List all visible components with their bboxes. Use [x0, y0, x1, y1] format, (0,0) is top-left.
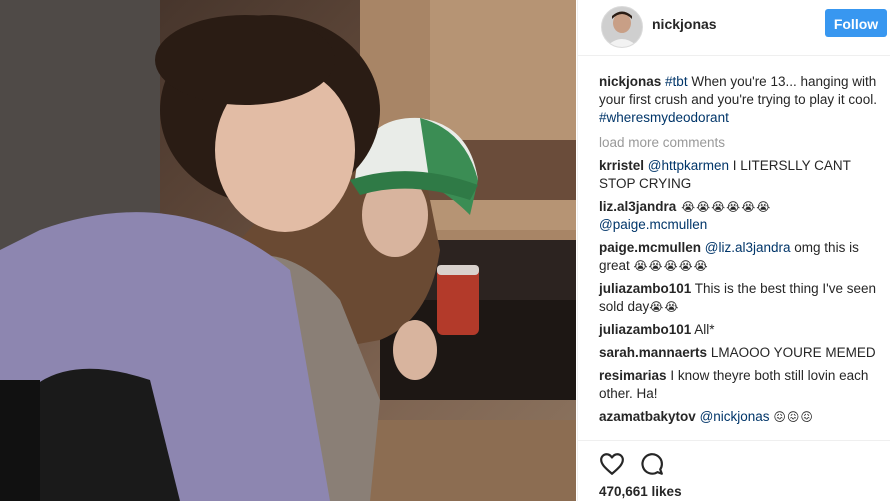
emoji-text: 😭😭😭😭😭😭 [676, 200, 772, 214]
emoji-text: 😭😭 [649, 300, 680, 314]
mention-link[interactable]: @nickjonas [700, 409, 770, 424]
comment-item: liz.al3jandra 😭😭😭😭😭😭 @paige.mcmullen [599, 198, 883, 234]
comment-username[interactable]: juliazambo101 [599, 281, 691, 296]
comment-text: All* [691, 322, 715, 337]
photo-illustration [0, 0, 576, 501]
comment-username[interactable]: krristel [599, 158, 644, 173]
comment-bubble-icon[interactable] [638, 451, 664, 477]
follow-button[interactable]: Follow [825, 9, 887, 37]
load-more-comments-link[interactable]: load more comments [599, 135, 883, 150]
post-sidebar: nickjonas Follow nickjonas #tbt When you… [577, 0, 890, 501]
comment-username[interactable]: liz.al3jandra [599, 199, 676, 214]
comment-item: azamatbakytov @nickjonas 😖😖😖 [599, 408, 883, 426]
avatar[interactable] [601, 6, 643, 48]
username[interactable]: nickjonas [652, 16, 717, 32]
comment-username[interactable]: azamatbakytov [599, 409, 696, 424]
avatar-image [602, 7, 642, 47]
comment-username[interactable]: juliazambo101 [599, 322, 691, 337]
comment-item: juliazambo101 This is the best thing I'v… [599, 280, 883, 316]
comment-text: LMAOOO YOURE MEMED [707, 345, 876, 360]
action-bar: 470,661 likes [578, 440, 890, 502]
like-count[interactable]: 470,661 likes [599, 484, 682, 499]
comment-item: krristel @httpkarmen I LITERSLLY CANT ST… [599, 157, 883, 193]
post-header: nickjonas Follow [578, 0, 890, 56]
instagram-post: nickjonas Follow nickjonas #tbt When you… [0, 0, 890, 501]
comments-list: nickjonas #tbt When you're 13... hanging… [599, 73, 883, 431]
mention-link[interactable]: @paige.mcmullen [599, 217, 707, 232]
mention-link[interactable]: @httpkarmen [648, 158, 729, 173]
hashtag-link[interactable]: #tbt [665, 74, 688, 89]
comment-item: sarah.mannaerts LMAOOO YOURE MEMED [599, 344, 883, 362]
comment-username[interactable]: resimarias [599, 368, 667, 383]
emoji-text: 😖😖😖 [773, 410, 814, 424]
post-photo[interactable] [0, 0, 576, 501]
caption: nickjonas #tbt When you're 13... hanging… [599, 73, 883, 127]
comment-item: juliazambo101 All* [599, 321, 883, 339]
comment-username[interactable]: sarah.mannaerts [599, 345, 707, 360]
comment-item: resimarias I know theyre both still lovi… [599, 367, 883, 403]
heart-icon[interactable] [599, 451, 625, 477]
comment-username[interactable]: nickjonas [599, 74, 661, 89]
comment-username[interactable]: paige.mcmullen [599, 240, 701, 255]
emoji-text: 😭😭😭😭😭 [633, 259, 709, 273]
comment-item: paige.mcmullen @liz.al3jandra omg this i… [599, 239, 883, 275]
mention-link[interactable]: @liz.al3jandra [705, 240, 791, 255]
hashtag-link[interactable]: #wheresmydeodorant [599, 110, 729, 125]
